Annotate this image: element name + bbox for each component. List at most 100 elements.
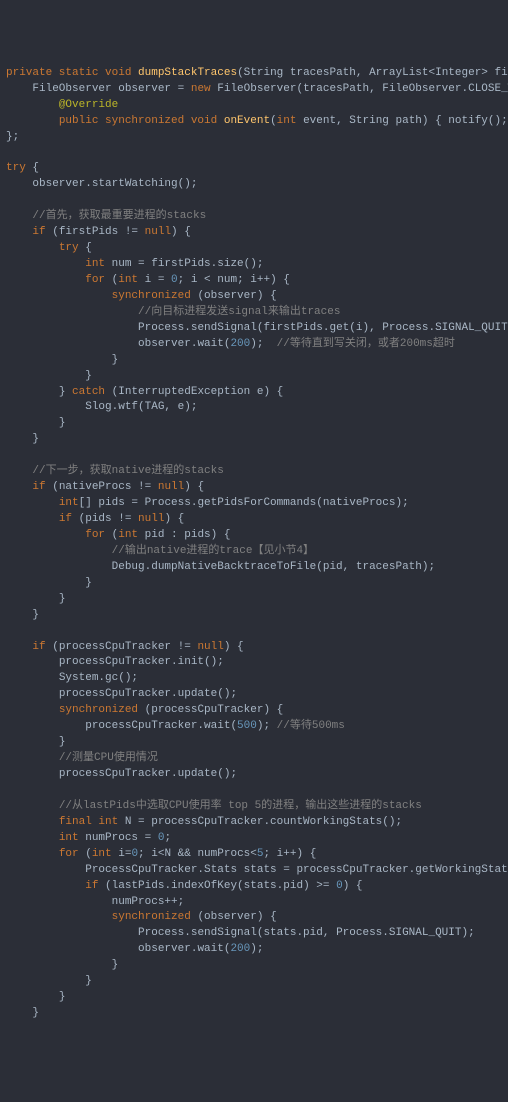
token-kw: catch [72, 386, 112, 398]
token-kw: null [145, 226, 171, 238]
token-cm: //从lastPids中选取CPU使用率 top 5的进程，输出这些进程的sta… [59, 800, 422, 812]
indent [6, 832, 59, 844]
code-line[interactable]: //输出native进程的trace【见小节4】 [6, 544, 508, 560]
code-line[interactable]: //从lastPids中选取CPU使用率 top 5的进程，输出这些进程的sta… [6, 799, 508, 815]
indent [6, 417, 59, 429]
code-line[interactable]: }; [6, 130, 508, 146]
token-kw: final int [59, 816, 125, 828]
token-id: (observer) { [197, 911, 276, 923]
code-line[interactable]: observer.startWatching(); [6, 177, 508, 193]
token-kw: int [277, 115, 303, 127]
indent [6, 656, 59, 668]
code-line[interactable]: processCpuTracker.update(); [6, 687, 508, 703]
code-line[interactable]: for (int i=0; i<N && numProcs<5; i++) { [6, 847, 508, 863]
code-line[interactable]: } [6, 990, 508, 1006]
token-id: (String tracesPath, ArrayList<Integer> f… [237, 67, 508, 79]
code-line[interactable]: public synchronized void onEvent(int eve… [6, 114, 508, 130]
code-line[interactable]: try { [6, 161, 508, 177]
code-line[interactable]: int[] pids = Process.getPidsForCommands(… [6, 496, 508, 512]
token-id: { [32, 162, 39, 174]
indent [6, 115, 59, 127]
code-line[interactable]: processCpuTracker.update(); [6, 767, 508, 783]
token-id: ProcessCpuTracker.Stats stats = processC… [85, 864, 508, 876]
code-line[interactable]: for (int pid : pids) { [6, 528, 508, 544]
code-line[interactable]: for (int i = 0; i < num; i++) { [6, 273, 508, 289]
token-kw: null [158, 481, 184, 493]
token-id: event, String path) { notify(); } [303, 115, 508, 127]
token-kw: synchronized [59, 704, 145, 716]
code-line[interactable]: } [6, 608, 508, 624]
code-line[interactable]: numProcs++; [6, 895, 508, 911]
code-line[interactable]: processCpuTracker.wait(500); //等待500ms [6, 719, 508, 735]
code-editor-viewport[interactable]: private static void dumpStackTraces(Stri… [6, 66, 508, 1022]
token-id: processCpuTracker.init(); [59, 656, 224, 668]
code-line[interactable] [6, 783, 508, 799]
code-line[interactable]: if (processCpuTracker != null) { [6, 640, 508, 656]
code-line[interactable]: //向目标进程发送signal来输出traces [6, 305, 508, 321]
code-line[interactable]: if (pids != null) { [6, 512, 508, 528]
code-line[interactable]: try { [6, 241, 508, 257]
token-id: } [85, 975, 92, 987]
code-line[interactable]: Process.sendSignal(stats.pid, Process.SI… [6, 926, 508, 942]
token-cm: //测量CPU使用情况 [59, 752, 158, 764]
code-line[interactable]: Slog.wtf(TAG, e); [6, 400, 508, 416]
code-line[interactable] [6, 624, 508, 640]
token-kw: if [32, 481, 52, 493]
code-line[interactable]: } [6, 432, 508, 448]
code-line[interactable] [6, 193, 508, 209]
code-line[interactable]: if (lastPids.indexOfKey(stats.pid) >= 0)… [6, 879, 508, 895]
code-line[interactable]: } [6, 974, 508, 990]
code-line[interactable]: synchronized (observer) { [6, 289, 508, 305]
indent [6, 752, 59, 764]
token-kw: null [197, 641, 223, 653]
token-id: (InterruptedException e) { [112, 386, 284, 398]
code-line[interactable]: } [6, 369, 508, 385]
token-kw: int [85, 258, 111, 270]
code-line[interactable]: observer.wait(200); [6, 942, 508, 958]
token-id: Slog.wtf(TAG, e); [85, 401, 197, 413]
code-line[interactable]: System.gc(); [6, 671, 508, 687]
code-line[interactable]: } [6, 353, 508, 369]
code-line[interactable]: //下一步，获取native进程的stacks [6, 464, 508, 480]
code-line[interactable]: } [6, 1006, 508, 1022]
token-id: } [32, 433, 39, 445]
code-line[interactable]: Process.sendSignal(firstPids.get(i), Pro… [6, 321, 508, 337]
indent [6, 306, 138, 318]
token-id: ; i++) { [263, 848, 316, 860]
code-line[interactable]: observer.wait(200); //等待直到写关闭，或者200ms超时 [6, 337, 508, 353]
indent [6, 896, 112, 908]
indent [6, 784, 59, 796]
code-line[interactable]: } [6, 592, 508, 608]
code-line[interactable]: private static void dumpStackTraces(Stri… [6, 66, 508, 82]
code-line[interactable]: int numProcs = 0; [6, 831, 508, 847]
token-id: System.gc(); [59, 672, 138, 684]
token-id: ); [250, 338, 276, 350]
code-line[interactable]: Debug.dumpNativeBacktraceToFile(pid, tra… [6, 560, 508, 576]
indent [6, 194, 32, 206]
indent [6, 481, 32, 493]
code-line[interactable]: //首先，获取最重要进程的stacks [6, 209, 508, 225]
token-id: Process.sendSignal(firstPids.get(i), Pro… [138, 322, 508, 334]
code-line[interactable]: if (firstPids != null) { [6, 225, 508, 241]
code-line[interactable]: int num = firstPids.size(); [6, 257, 508, 273]
code-line[interactable]: processCpuTracker.init(); [6, 655, 508, 671]
indent [6, 593, 59, 605]
token-id: Debug.dumpNativeBacktraceToFile(pid, tra… [112, 561, 435, 573]
code-line[interactable]: } [6, 576, 508, 592]
code-line[interactable]: } [6, 735, 508, 751]
code-line[interactable]: synchronized (processCpuTracker) { [6, 703, 508, 719]
code-line[interactable]: FileObserver observer = new FileObserver… [6, 82, 508, 98]
code-line[interactable] [6, 145, 508, 161]
code-line[interactable] [6, 448, 508, 464]
code-line[interactable]: synchronized (observer) { [6, 910, 508, 926]
code-line[interactable]: } [6, 958, 508, 974]
token-id: processCpuTracker.update(); [59, 688, 237, 700]
token-kw: int [92, 848, 118, 860]
code-line[interactable]: final int N = processCpuTracker.countWor… [6, 815, 508, 831]
code-line[interactable]: //测量CPU使用情况 [6, 751, 508, 767]
code-line[interactable]: } [6, 416, 508, 432]
code-line[interactable]: ProcessCpuTracker.Stats stats = processC… [6, 863, 508, 879]
code-line[interactable]: if (nativeProcs != null) { [6, 480, 508, 496]
code-line[interactable]: } catch (InterruptedException e) { [6, 385, 508, 401]
code-line[interactable]: @Override [6, 98, 508, 114]
